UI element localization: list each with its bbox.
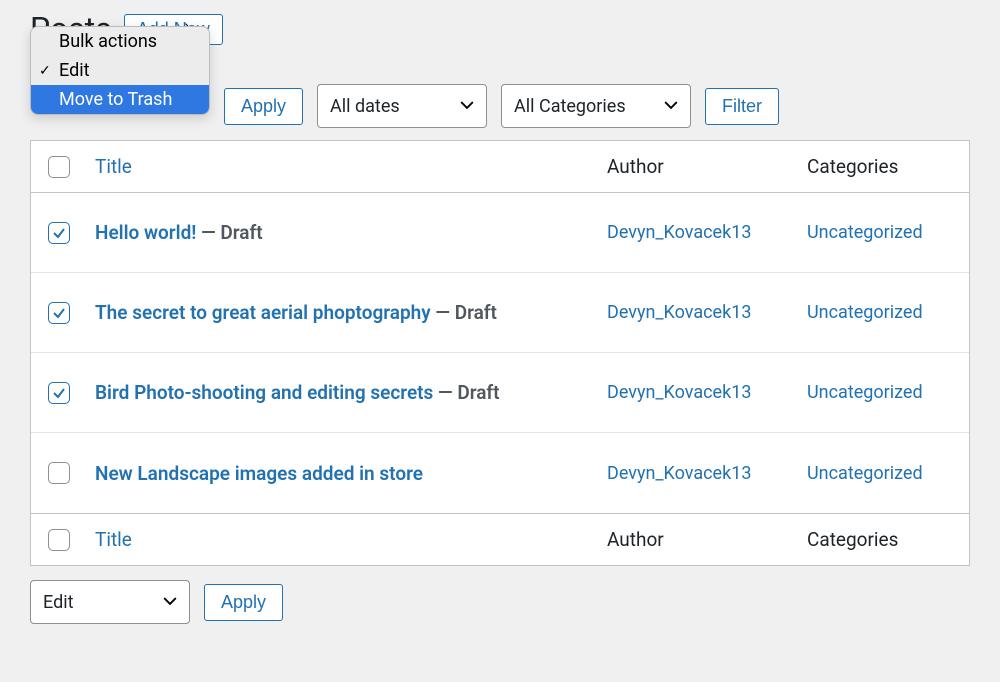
- check-icon: ✓: [39, 63, 51, 79]
- dates-select[interactable]: All dates: [317, 84, 487, 128]
- bulk-actions-select[interactable]: Bulk actions ✓ Edit Move to Trash: [30, 84, 210, 128]
- post-status: — Draft: [433, 381, 499, 404]
- posts-table: Title Author Categories Hello world! — D…: [30, 140, 970, 566]
- post-title-link[interactable]: Hello world!: [95, 221, 196, 244]
- category-link[interactable]: Uncategorized: [807, 382, 923, 403]
- category-link[interactable]: Uncategorized: [807, 222, 923, 243]
- bulk-actions-dropdown[interactable]: Bulk actions ✓ Edit Move to Trash: [30, 26, 210, 115]
- column-header-title[interactable]: Title: [95, 155, 132, 178]
- author-link[interactable]: Devyn_Kovacek13: [607, 302, 751, 323]
- row-checkbox[interactable]: [48, 462, 70, 484]
- author-link[interactable]: Devyn_Kovacek13: [607, 463, 751, 484]
- chevron-down-icon: [664, 96, 678, 117]
- select-all-checkbox-top[interactable]: [48, 156, 70, 178]
- table-row: The secret to great aerial phoptography …: [31, 273, 969, 353]
- post-title-link[interactable]: The secret to great aerial phoptography: [95, 301, 431, 324]
- table-row: Bird Photo-shooting and editing secrets …: [31, 353, 969, 433]
- author-link[interactable]: Devyn_Kovacek13: [607, 222, 751, 243]
- column-header-categories[interactable]: Categories: [807, 155, 898, 178]
- chevron-down-icon: [163, 592, 177, 613]
- author-link[interactable]: Devyn_Kovacek13: [607, 382, 751, 403]
- apply-button-bottom[interactable]: Apply: [204, 584, 283, 621]
- table-row: Hello world! — Draft Devyn_Kovacek13 Uncat…: [31, 193, 969, 273]
- category-link[interactable]: Uncategorized: [807, 463, 923, 484]
- column-footer-categories[interactable]: Categories: [807, 528, 898, 551]
- bulk-option-move-to-trash[interactable]: Move to Trash: [31, 85, 209, 114]
- post-title-link[interactable]: Bird Photo-shooting and editing secrets: [95, 381, 433, 404]
- column-header-author[interactable]: Author: [607, 155, 664, 178]
- post-status: — Draft: [196, 221, 262, 244]
- apply-button-top[interactable]: Apply: [224, 88, 303, 125]
- column-footer-author[interactable]: Author: [607, 528, 664, 551]
- column-footer-title[interactable]: Title: [95, 528, 132, 551]
- filter-button[interactable]: Filter: [705, 88, 779, 125]
- post-title-link[interactable]: New Landscape images added in store: [95, 462, 423, 485]
- bulk-actions-select-bottom[interactable]: Edit: [30, 580, 190, 624]
- table-header-row: Title Author Categories: [31, 141, 969, 193]
- row-checkbox[interactable]: [48, 302, 70, 324]
- category-link[interactable]: Uncategorized: [807, 302, 923, 323]
- select-all-checkbox-bottom[interactable]: [48, 529, 70, 551]
- bulk-option-bulk-actions[interactable]: Bulk actions: [31, 27, 209, 56]
- row-checkbox[interactable]: [48, 382, 70, 404]
- categories-select[interactable]: All Categories: [501, 84, 691, 128]
- chevron-down-icon: [460, 96, 474, 117]
- table-row: New Landscape images added in store Devyn…: [31, 433, 969, 513]
- post-status: — Draft: [431, 301, 497, 324]
- table-footer-row: Title Author Categories: [31, 513, 969, 565]
- row-checkbox[interactable]: [48, 222, 70, 244]
- bulk-option-edit[interactable]: ✓ Edit: [31, 56, 209, 85]
